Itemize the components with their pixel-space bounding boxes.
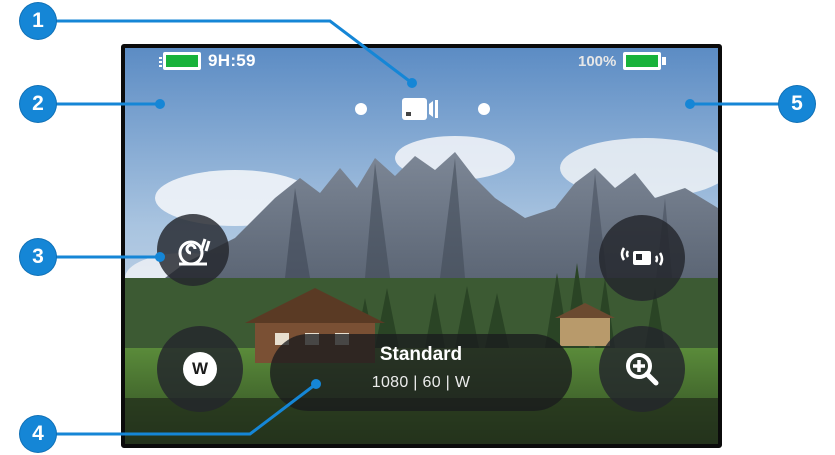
callout-5: 5 — [779, 86, 815, 122]
mode-dot-right — [478, 103, 490, 115]
callout-1: 1 — [20, 3, 56, 39]
lens-button[interactable]: W — [157, 326, 243, 412]
zoom-in-icon — [626, 353, 659, 386]
callout-2: 2 — [20, 86, 56, 122]
snail-icon — [178, 238, 211, 266]
callout-3: 3 — [20, 239, 56, 275]
remaining-time-indicator: 9H:59 — [158, 47, 256, 75]
slow-motion-button[interactable] — [157, 214, 229, 286]
battery-icon — [622, 51, 667, 71]
preset-specs: 1080 | 60 | W — [371, 374, 471, 391]
mode-dot-left — [355, 103, 367, 115]
camera-connect-icon — [620, 247, 664, 266]
remote-connect-button[interactable] — [599, 215, 685, 301]
sd-card-icon — [158, 51, 202, 71]
battery-percent-text: 100% — [578, 52, 617, 70]
lens-label: W — [183, 352, 217, 386]
zoom-button[interactable] — [599, 326, 685, 412]
video-camera-icon[interactable] — [400, 96, 440, 122]
remaining-time-text: 9H:59 — [208, 51, 256, 70]
callout-4: 4 — [20, 416, 56, 452]
battery-indicator: 100% — [578, 47, 667, 75]
preset-button[interactable]: Standard 1080 | 60 | W — [270, 334, 572, 411]
preset-name: Standard — [379, 344, 463, 365]
